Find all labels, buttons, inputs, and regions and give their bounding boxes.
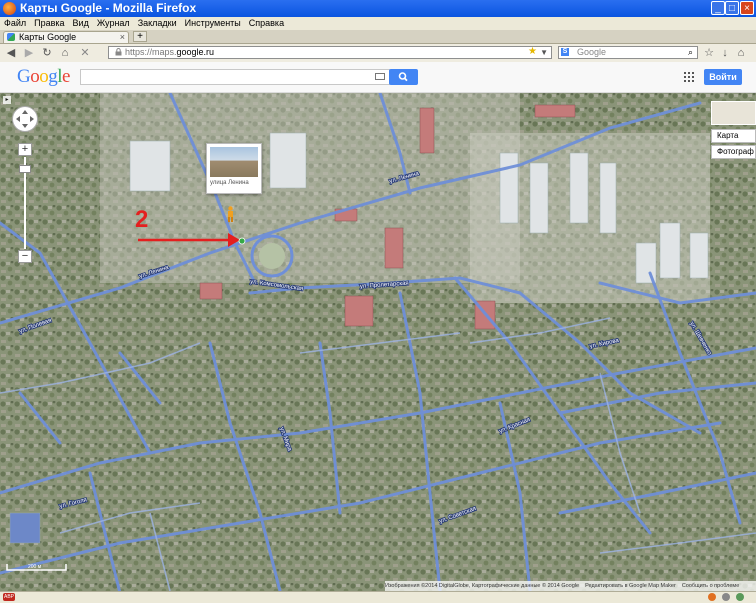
search-icon xyxy=(398,72,408,82)
pan-arrows-icon xyxy=(16,110,34,128)
back-arrow-icon[interactable]: ◀ xyxy=(4,46,18,60)
logo-letter: o xyxy=(39,66,49,87)
stop-icon[interactable]: ✕ xyxy=(78,46,92,60)
map-type-photo-button[interactable]: Фотограф xyxy=(711,145,756,159)
annotation-number: 2 xyxy=(135,206,149,233)
google-logo[interactable]: Google xyxy=(17,66,70,88)
copyright-text: Изображения ©2014 DigitalGlobe, Картогра… xyxy=(385,583,580,589)
street-view-caption: улица Ленина xyxy=(210,180,249,186)
url-bar[interactable]: https://maps.google.ru ★ ▼ xyxy=(108,46,552,59)
pegman-icon[interactable] xyxy=(226,206,235,222)
google-header: Google Войти xyxy=(0,62,756,93)
lock-icon xyxy=(115,48,122,56)
search-bar[interactable]: S Google ⌕ xyxy=(558,46,698,59)
maximize-button[interactable]: □ xyxy=(725,1,739,15)
menu-help[interactable]: Справка xyxy=(245,17,288,30)
zoom-in-button[interactable]: + xyxy=(18,143,32,156)
map-type-control[interactable]: Карта Фотограф xyxy=(711,101,756,159)
title-bar: Карты Google - Mozilla Firefox _ □ × xyxy=(0,0,756,17)
url-text: https://maps.google.ru xyxy=(125,47,215,57)
menu-edit[interactable]: Правка xyxy=(30,17,68,30)
keyboard-icon[interactable] xyxy=(375,73,385,80)
scale-bar: 200 м xyxy=(6,564,67,571)
map-type-map-button[interactable]: Карта xyxy=(711,129,756,143)
status-addon-icon[interactable] xyxy=(722,593,730,601)
scale-label: 200 м xyxy=(28,564,42,570)
logo-letter: o xyxy=(30,66,40,87)
search-engine-icon[interactable]: S xyxy=(561,48,569,56)
new-tab-button[interactable]: + xyxy=(133,31,147,42)
window-title: Карты Google - Mozilla Firefox xyxy=(20,1,197,15)
tab-close-icon[interactable]: × xyxy=(120,32,125,43)
street-view-thumbnail[interactable]: улица Ленина xyxy=(206,143,262,194)
menu-view[interactable]: Вид xyxy=(69,17,93,30)
logo-letter: e xyxy=(62,66,70,87)
google-maps-favicon-icon xyxy=(7,33,15,41)
tab-bar: Карты Google × + xyxy=(0,30,756,44)
maps-search-input[interactable] xyxy=(80,69,390,85)
menu-tools[interactable]: Инструменты xyxy=(181,17,245,30)
map-canvas[interactable]: ул. Ленина ул. Ленина ул. Комсомольская … xyxy=(0,93,756,591)
bookmarks-icon[interactable]: ☆ xyxy=(702,46,716,60)
tab-google-maps[interactable]: Карты Google × xyxy=(3,31,129,43)
map-maker-link[interactable]: Редактировать в Google Map Maker xyxy=(585,583,676,589)
firefox-icon xyxy=(3,2,16,15)
maps-search-button[interactable] xyxy=(389,69,418,85)
map-type-thumbnail[interactable] xyxy=(711,101,756,125)
forward-arrow-icon[interactable]: ▶ xyxy=(22,46,36,60)
search-icon[interactable]: ⌕ xyxy=(688,47,693,58)
zoom-slider-thumb[interactable] xyxy=(19,165,31,173)
logo-letter: G xyxy=(17,66,31,87)
street-view-photo xyxy=(210,147,258,177)
sign-in-button[interactable]: Войти xyxy=(704,69,742,85)
status-bar: ABP xyxy=(0,591,756,603)
menu-bar: Файл Правка Вид Журнал Закладки Инструменты Сп… xyxy=(0,17,756,30)
bookmark-star-icon[interactable]: ★ xyxy=(528,46,537,58)
logo-letter: g xyxy=(48,66,58,87)
firefox-window: Карты Google - Mozilla Firefox _ □ × Фай… xyxy=(0,0,756,603)
url-dropdown-icon[interactable]: ▼ xyxy=(540,47,548,58)
download-icon[interactable]: ↓ xyxy=(718,46,732,60)
menu-bookmarks[interactable]: Закладки xyxy=(134,17,181,30)
report-problem-link[interactable]: Сообщить о проблеме xyxy=(682,583,739,589)
home-icon[interactable]: ⌂ xyxy=(58,46,72,60)
minimize-button[interactable]: _ xyxy=(711,1,725,15)
search-placeholder: Google xyxy=(577,47,607,57)
menu-file[interactable]: Файл xyxy=(0,17,30,30)
home-page-icon[interactable]: ⌂ xyxy=(734,46,748,60)
close-window-button[interactable]: × xyxy=(740,1,754,15)
reload-icon[interactable]: ↻ xyxy=(40,46,54,60)
pan-control[interactable] xyxy=(12,106,38,132)
status-addon-icon[interactable] xyxy=(708,593,716,601)
zoom-control[interactable]: + − xyxy=(18,143,32,263)
satellite-map[interactable]: ул. Ленина ул. Ленина ул. Комсомольская … xyxy=(0,93,756,591)
menu-history[interactable]: Журнал xyxy=(93,17,134,30)
adblock-icon[interactable]: ABP xyxy=(3,593,15,601)
tab-label: Карты Google xyxy=(19,32,77,42)
status-addon-icon[interactable] xyxy=(736,593,744,601)
navigation-bar: ◀ ▶ ↻ ⌂ ✕ https://maps.google.ru ★ ▼ S G… xyxy=(0,44,756,63)
apps-grid-icon[interactable] xyxy=(684,72,694,82)
zoom-out-button[interactable]: − xyxy=(18,250,32,263)
map-copyright: Изображения ©2014 DigitalGlobe, Картогра… xyxy=(385,581,756,591)
map-corner-icon[interactable]: ▸ xyxy=(3,96,11,104)
